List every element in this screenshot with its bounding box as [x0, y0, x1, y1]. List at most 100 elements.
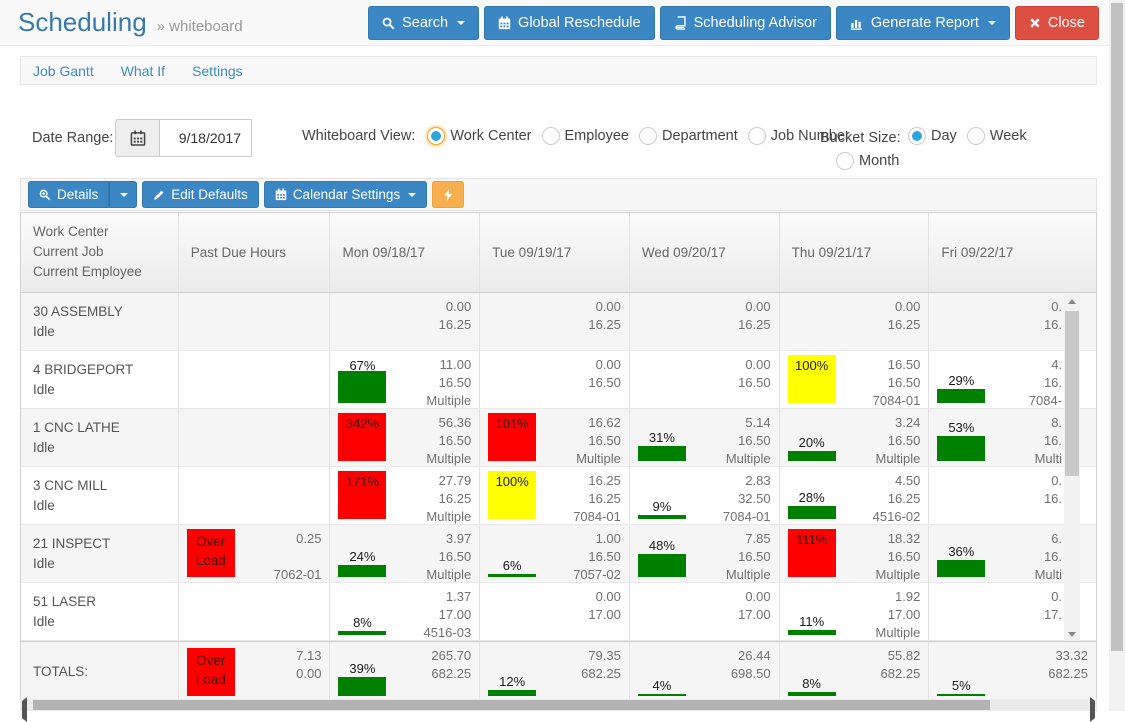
- day-cell[interactable]: 31%5.1416.50Multiple: [630, 409, 780, 466]
- cell-value-line: 0.00: [630, 588, 771, 606]
- details-button[interactable]: Details: [28, 181, 109, 208]
- cell-value-line: 698.50: [630, 665, 771, 683]
- workcenter-cell[interactable]: 21 INSPECTIdle: [21, 525, 179, 582]
- day-cell[interactable]: 12%79.35682.25: [480, 642, 630, 701]
- cell-values: 0.25 7062-01: [179, 530, 330, 584]
- cell-values: 0.0016.50: [630, 356, 779, 392]
- radio-month[interactable]: Month: [836, 152, 899, 170]
- pastdue-cell[interactable]: [179, 467, 331, 524]
- workcenter-cell[interactable]: 1 CNC LATHEIdle: [21, 409, 179, 466]
- table-header-row: Work Center Current Job Current Employee…: [21, 213, 1096, 293]
- details-dropdown-button[interactable]: [109, 181, 137, 208]
- day-cell[interactable]: 0.0016.25: [330, 293, 480, 350]
- workcenter-cell[interactable]: 30 ASSEMBLYIdle: [21, 293, 179, 350]
- scroll-down-arrow[interactable]: [1064, 628, 1080, 641]
- cell-value-line: 7062-01: [179, 566, 322, 584]
- chevron-down-icon: [120, 193, 128, 197]
- day-cell[interactable]: 9%2.8332.507084-01: [630, 467, 780, 524]
- day-cell[interactable]: 0.0016.50: [480, 351, 630, 408]
- day-cell[interactable]: 0.0016.25: [630, 293, 780, 350]
- cell-values: 0.0016.25: [780, 298, 929, 334]
- day-cell[interactable]: 48%7.8516.50Multiple: [630, 525, 780, 582]
- day-cell[interactable]: 39%265.70682.25: [330, 642, 480, 701]
- day-cell[interactable]: 0.0016.25: [480, 293, 630, 350]
- scrollbar-thumb[interactable]: [33, 700, 990, 710]
- cell-value-line: [179, 548, 322, 566]
- table-body: 30 ASSEMBLYIdle0.0016.250.0016.250.0016.…: [21, 293, 1096, 641]
- day-cell[interactable]: 8%1.3717.004516-03: [330, 583, 480, 640]
- scrollbar-thumb[interactable]: [1111, 3, 1123, 651]
- details-button-label: Details: [57, 187, 98, 202]
- pastdue-cell[interactable]: [179, 351, 331, 408]
- date-range-input[interactable]: [160, 119, 252, 157]
- day-cell[interactable]: 0.0017.00: [480, 583, 630, 640]
- search-button[interactable]: Search: [368, 6, 479, 40]
- day-cell[interactable]: 101%16.6216.50Multiple: [480, 409, 630, 466]
- global-reschedule-button[interactable]: Global Reschedule: [484, 6, 655, 40]
- radio-week[interactable]: Week: [967, 127, 1027, 145]
- day-cell[interactable]: 342%56.3616.50Multiple: [330, 409, 480, 466]
- cell-value-line: 2.83: [630, 472, 771, 490]
- radio-icon: [836, 152, 854, 170]
- scroll-right-arrow[interactable]: [1090, 701, 1095, 719]
- day-cell[interactable]: 28%4.5016.254516-02: [780, 467, 930, 524]
- radio-icon: [639, 127, 657, 145]
- generate-report-button[interactable]: Generate Report: [836, 6, 1010, 40]
- tab-what-if[interactable]: What If: [121, 63, 165, 79]
- calendar-settings-button[interactable]: Calendar Settings: [264, 181, 427, 208]
- day-cell[interactable]: 5%33.32682.25: [929, 642, 1096, 701]
- close-button[interactable]: Close: [1015, 6, 1099, 40]
- day-cell[interactable]: 67%11.0016.50Multiple: [330, 351, 480, 408]
- whiteboard-view-label: Whiteboard View:: [302, 128, 415, 144]
- cell-values: 7.8516.50Multiple: [630, 530, 779, 584]
- radio-work-center[interactable]: Work Center: [427, 127, 531, 145]
- day-cell[interactable]: 0.0016.25: [780, 293, 930, 350]
- day-cell[interactable]: 24%3.9716.50Multiple: [330, 525, 480, 582]
- column-header-day: Mon 09/18/17: [330, 213, 480, 292]
- cell-value-line: Multiple: [780, 450, 921, 468]
- chevron-down-icon: [457, 21, 465, 25]
- calendar-settings-label: Calendar Settings: [293, 187, 400, 202]
- day-cell[interactable]: 20%3.2416.50Multiple: [780, 409, 930, 466]
- table-vertical-scrollbar[interactable]: [1064, 295, 1080, 641]
- cell-value-line: 16.50: [630, 432, 771, 450]
- workcenter-cell[interactable]: 4 BRIDGEPORTIdle: [21, 351, 179, 408]
- cell-value-line: 26.44: [630, 647, 771, 665]
- cell-values: 0.0016.25: [480, 298, 629, 334]
- day-cell[interactable]: 11%1.9217.00Multiple: [780, 583, 930, 640]
- whiteboard-table: Work Center Current Job Current Employee…: [20, 212, 1097, 702]
- page-vertical-scrollbar[interactable]: [1109, 0, 1125, 711]
- day-cell[interactable]: 100%16.5016.507084-01: [780, 351, 930, 408]
- scheduling-advisor-button[interactable]: Scheduling Advisor: [660, 6, 831, 40]
- cell-value-line: 32.50: [630, 490, 771, 508]
- totals-pastdue-cell[interactable]: OverLoad7.130.00: [179, 642, 331, 701]
- pastdue-cell[interactable]: [179, 409, 331, 466]
- day-cell[interactable]: 8%55.82682.25: [780, 642, 930, 701]
- column-header-day: Thu 09/21/17: [780, 213, 930, 292]
- day-cell[interactable]: 111%18.3216.50Multiple: [780, 525, 930, 582]
- day-cell[interactable]: 0.0016.50: [630, 351, 780, 408]
- cell-value-line: 0.: [929, 588, 1062, 606]
- pastdue-cell[interactable]: [179, 583, 331, 640]
- radio-department[interactable]: Department: [639, 127, 738, 145]
- day-cell[interactable]: 4%26.44698.50: [630, 642, 780, 701]
- day-cell[interactable]: 6%1.0016.507057-02: [480, 525, 630, 582]
- scroll-left-arrow[interactable]: [22, 701, 27, 719]
- radio-day[interactable]: Day: [908, 127, 957, 145]
- quick-action-button[interactable]: [432, 181, 464, 208]
- edit-defaults-button[interactable]: Edit Defaults: [142, 181, 259, 208]
- scroll-up-arrow[interactable]: [1064, 295, 1080, 308]
- horizontal-scrollbar[interactable]: [20, 699, 1097, 711]
- workcenter-cell[interactable]: 51 LASERIdle: [21, 583, 179, 640]
- scrollbar-thumb[interactable]: [1065, 311, 1079, 476]
- pastdue-cell[interactable]: OverLoad0.25 7062-01: [179, 525, 331, 582]
- workcenter-cell[interactable]: 3 CNC MILLIdle: [21, 467, 179, 524]
- day-cell[interactable]: 171%27.7916.25Multiple: [330, 467, 480, 524]
- tab-settings[interactable]: Settings: [192, 63, 243, 79]
- date-picker-button[interactable]: [115, 119, 160, 157]
- tab-job-gantt[interactable]: Job Gantt: [33, 63, 94, 79]
- day-cell[interactable]: 0.0017.00: [630, 583, 780, 640]
- radio-employee[interactable]: Employee: [542, 127, 629, 145]
- day-cell[interactable]: 100%16.2516.257084-01: [480, 467, 630, 524]
- pastdue-cell[interactable]: [179, 293, 331, 350]
